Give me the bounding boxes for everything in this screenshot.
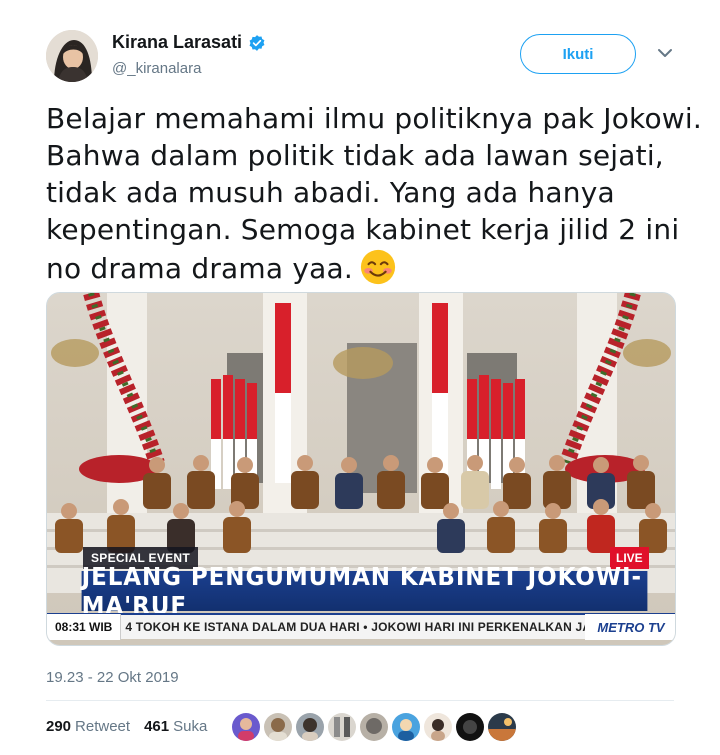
retweet-count: 290 xyxy=(46,718,72,735)
liker-avatar[interactable] xyxy=(232,713,260,741)
display-name[interactable]: Kirana Larasati xyxy=(112,32,242,53)
chevron-down-icon[interactable] xyxy=(656,46,674,60)
tweet-line-last: no drama drama yaa. xyxy=(46,248,696,287)
tv-headline: JELANG PENGUMUMAN KABINET JOKOWI-MA'RUF xyxy=(81,562,648,620)
tweet-stats: 290 Retweet 461 Suka xyxy=(46,718,207,735)
verified-badge-icon xyxy=(249,34,265,51)
liker-avatars xyxy=(232,713,516,741)
tweet-card: Kirana Larasati @_kiranalara Ikuti Belaj… xyxy=(0,0,720,755)
divider xyxy=(46,700,674,701)
follow-button[interactable]: Ikuti xyxy=(520,34,636,74)
user-avatar[interactable] xyxy=(46,30,98,82)
like-stat[interactable]: 461 Suka xyxy=(144,718,207,735)
retweet-label: Retweet xyxy=(75,718,131,735)
user-handle[interactable]: @_kiranalara xyxy=(112,60,201,77)
retweet-stat[interactable]: 290 Retweet xyxy=(46,718,130,735)
tv-running-text: 4 TOKOH KE ISTANA DALAM DUA HARI • JOKOW… xyxy=(125,620,585,634)
name-row: Kirana Larasati xyxy=(112,32,266,53)
tweet-line: kepentingan. Semoga kabinet kerja jilid … xyxy=(46,213,680,246)
smiling-face-with-blush-icon xyxy=(360,249,396,285)
liker-avatar[interactable] xyxy=(392,713,420,741)
tweet-timestamp[interactable]: 19.23 - 22 Okt 2019 xyxy=(46,669,179,686)
tweet-line: Belajar memahami ilmu politiknya pak Jok… xyxy=(46,102,702,135)
like-label: Suka xyxy=(173,718,208,735)
tv-time: 08:31 WIB xyxy=(47,614,122,640)
liker-avatar[interactable] xyxy=(424,713,452,741)
liker-avatar[interactable] xyxy=(488,713,516,741)
like-count: 461 xyxy=(144,718,170,735)
channel-logo: METRO TV xyxy=(585,614,675,640)
tweet-text: Belajar memahami ilmu politiknya pak Jok… xyxy=(46,100,702,287)
tv-ticker-bar: 08:31 WIB 4 TOKOH KE ISTANA DALAM DUA HA… xyxy=(47,613,675,640)
tweet-line: Bahwa dalam politik tidak ada lawan seja… xyxy=(46,139,664,172)
liker-avatar[interactable] xyxy=(328,713,356,741)
liker-avatar[interactable] xyxy=(264,713,292,741)
tweet-line: no drama drama yaa. xyxy=(46,252,353,285)
liker-avatar[interactable] xyxy=(296,713,324,741)
liker-avatar[interactable] xyxy=(456,713,484,741)
liker-avatar[interactable] xyxy=(360,713,388,741)
tweet-line: tidak ada musuh abadi. Yang ada hanya xyxy=(46,176,615,209)
tweet-media-image[interactable]: SPECIAL EVENT LIVE JELANG PENGUMUMAN KAB… xyxy=(46,292,676,646)
